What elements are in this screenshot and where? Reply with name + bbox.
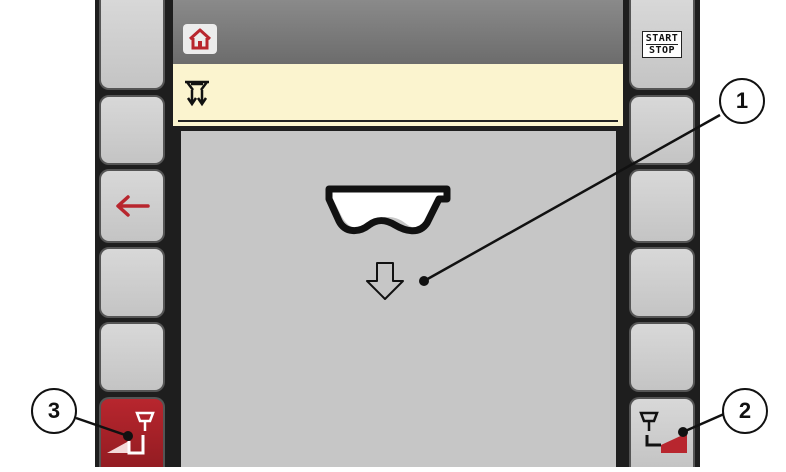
callout-1: 1 — [719, 78, 765, 124]
callout-leaders — [75, 113, 725, 441]
callout-3: 3 — [31, 388, 77, 434]
callout-2: 2 — [722, 388, 768, 434]
